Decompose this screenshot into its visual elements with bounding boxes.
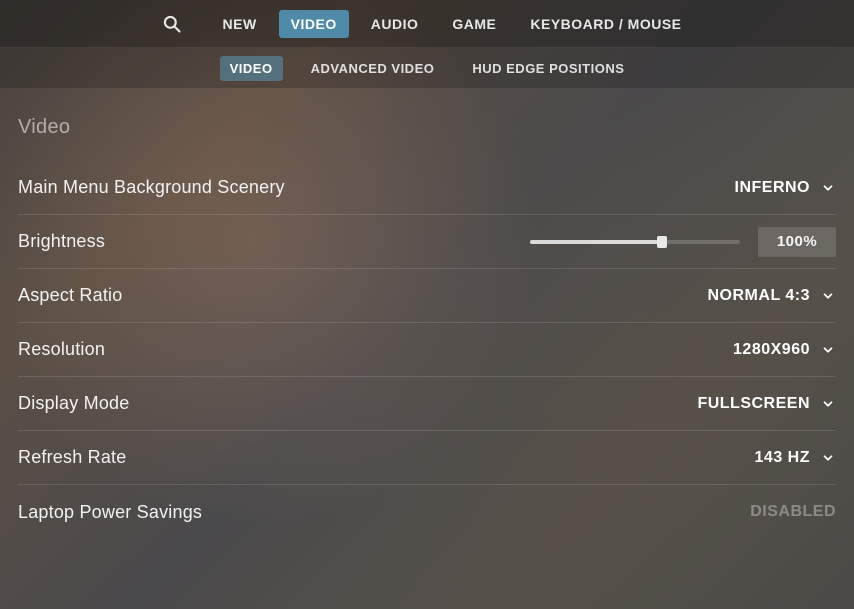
setting-row-laptop: Laptop Power Savings DISABLED xyxy=(18,485,836,539)
setting-value: 143 HZ xyxy=(755,449,810,467)
setting-label: Brightness xyxy=(18,231,105,252)
setting-dropdown-display-mode[interactable]: FULLSCREEN xyxy=(697,395,836,413)
brightness-value-box: 100% xyxy=(758,227,836,257)
chevron-down-icon xyxy=(820,288,836,304)
sub-tab-video[interactable]: VIDEO xyxy=(220,56,283,81)
setting-value: INFERNO xyxy=(735,179,811,197)
setting-label: Aspect Ratio xyxy=(18,285,122,306)
main-tab-game[interactable]: GAME xyxy=(440,10,508,38)
setting-row-brightness: Brightness 100% xyxy=(18,215,836,269)
setting-row-refresh: Refresh Rate 143 HZ xyxy=(18,431,836,485)
chevron-down-icon xyxy=(820,342,836,358)
main-tab-video[interactable]: VIDEO xyxy=(279,10,349,38)
search-icon[interactable] xyxy=(161,13,183,35)
setting-row-resolution: Resolution 1280X960 xyxy=(18,323,836,377)
setting-dropdown-aspect[interactable]: NORMAL 4:3 xyxy=(708,287,837,305)
setting-dropdown-refresh[interactable]: 143 HZ xyxy=(755,449,836,467)
setting-label: Display Mode xyxy=(18,393,129,414)
main-tab-bar: NEW VIDEO AUDIO GAME KEYBOARD / MOUSE xyxy=(0,0,854,48)
setting-label: Main Menu Background Scenery xyxy=(18,177,285,198)
setting-label: Refresh Rate xyxy=(18,447,126,468)
main-tab-new[interactable]: NEW xyxy=(211,10,269,38)
chevron-down-icon xyxy=(820,450,836,466)
slider-thumb[interactable] xyxy=(657,236,667,248)
setting-dropdown-resolution[interactable]: 1280X960 xyxy=(733,341,836,359)
section-title: Video xyxy=(18,116,836,139)
sub-tab-bar: VIDEO ADVANCED VIDEO HUD EDGE POSITIONS xyxy=(0,48,854,88)
sub-tab-advanced-video[interactable]: ADVANCED VIDEO xyxy=(301,56,445,81)
setting-value: 1280X960 xyxy=(733,341,810,359)
chevron-down-icon xyxy=(820,180,836,196)
setting-dropdown-scenery[interactable]: INFERNO xyxy=(735,179,837,197)
setting-label: Laptop Power Savings xyxy=(18,502,202,523)
settings-panel: Video Main Menu Background Scenery INFER… xyxy=(0,88,854,539)
chevron-down-icon xyxy=(820,396,836,412)
setting-label: Resolution xyxy=(18,339,105,360)
brightness-slider[interactable] xyxy=(530,240,740,244)
setting-row-aspect: Aspect Ratio NORMAL 4:3 xyxy=(18,269,836,323)
setting-value: DISABLED xyxy=(750,503,836,521)
main-tab-keyboard-mouse[interactable]: KEYBOARD / MOUSE xyxy=(518,10,693,38)
setting-value: FULLSCREEN xyxy=(697,395,810,413)
sub-tab-hud-edge-positions[interactable]: HUD EDGE POSITIONS xyxy=(462,56,634,81)
setting-value-laptop: DISABLED xyxy=(750,503,836,521)
setting-row-display-mode: Display Mode FULLSCREEN xyxy=(18,377,836,431)
setting-row-scenery: Main Menu Background Scenery INFERNO xyxy=(18,161,836,215)
setting-value: NORMAL 4:3 xyxy=(708,287,811,305)
main-tab-audio[interactable]: AUDIO xyxy=(359,10,431,38)
